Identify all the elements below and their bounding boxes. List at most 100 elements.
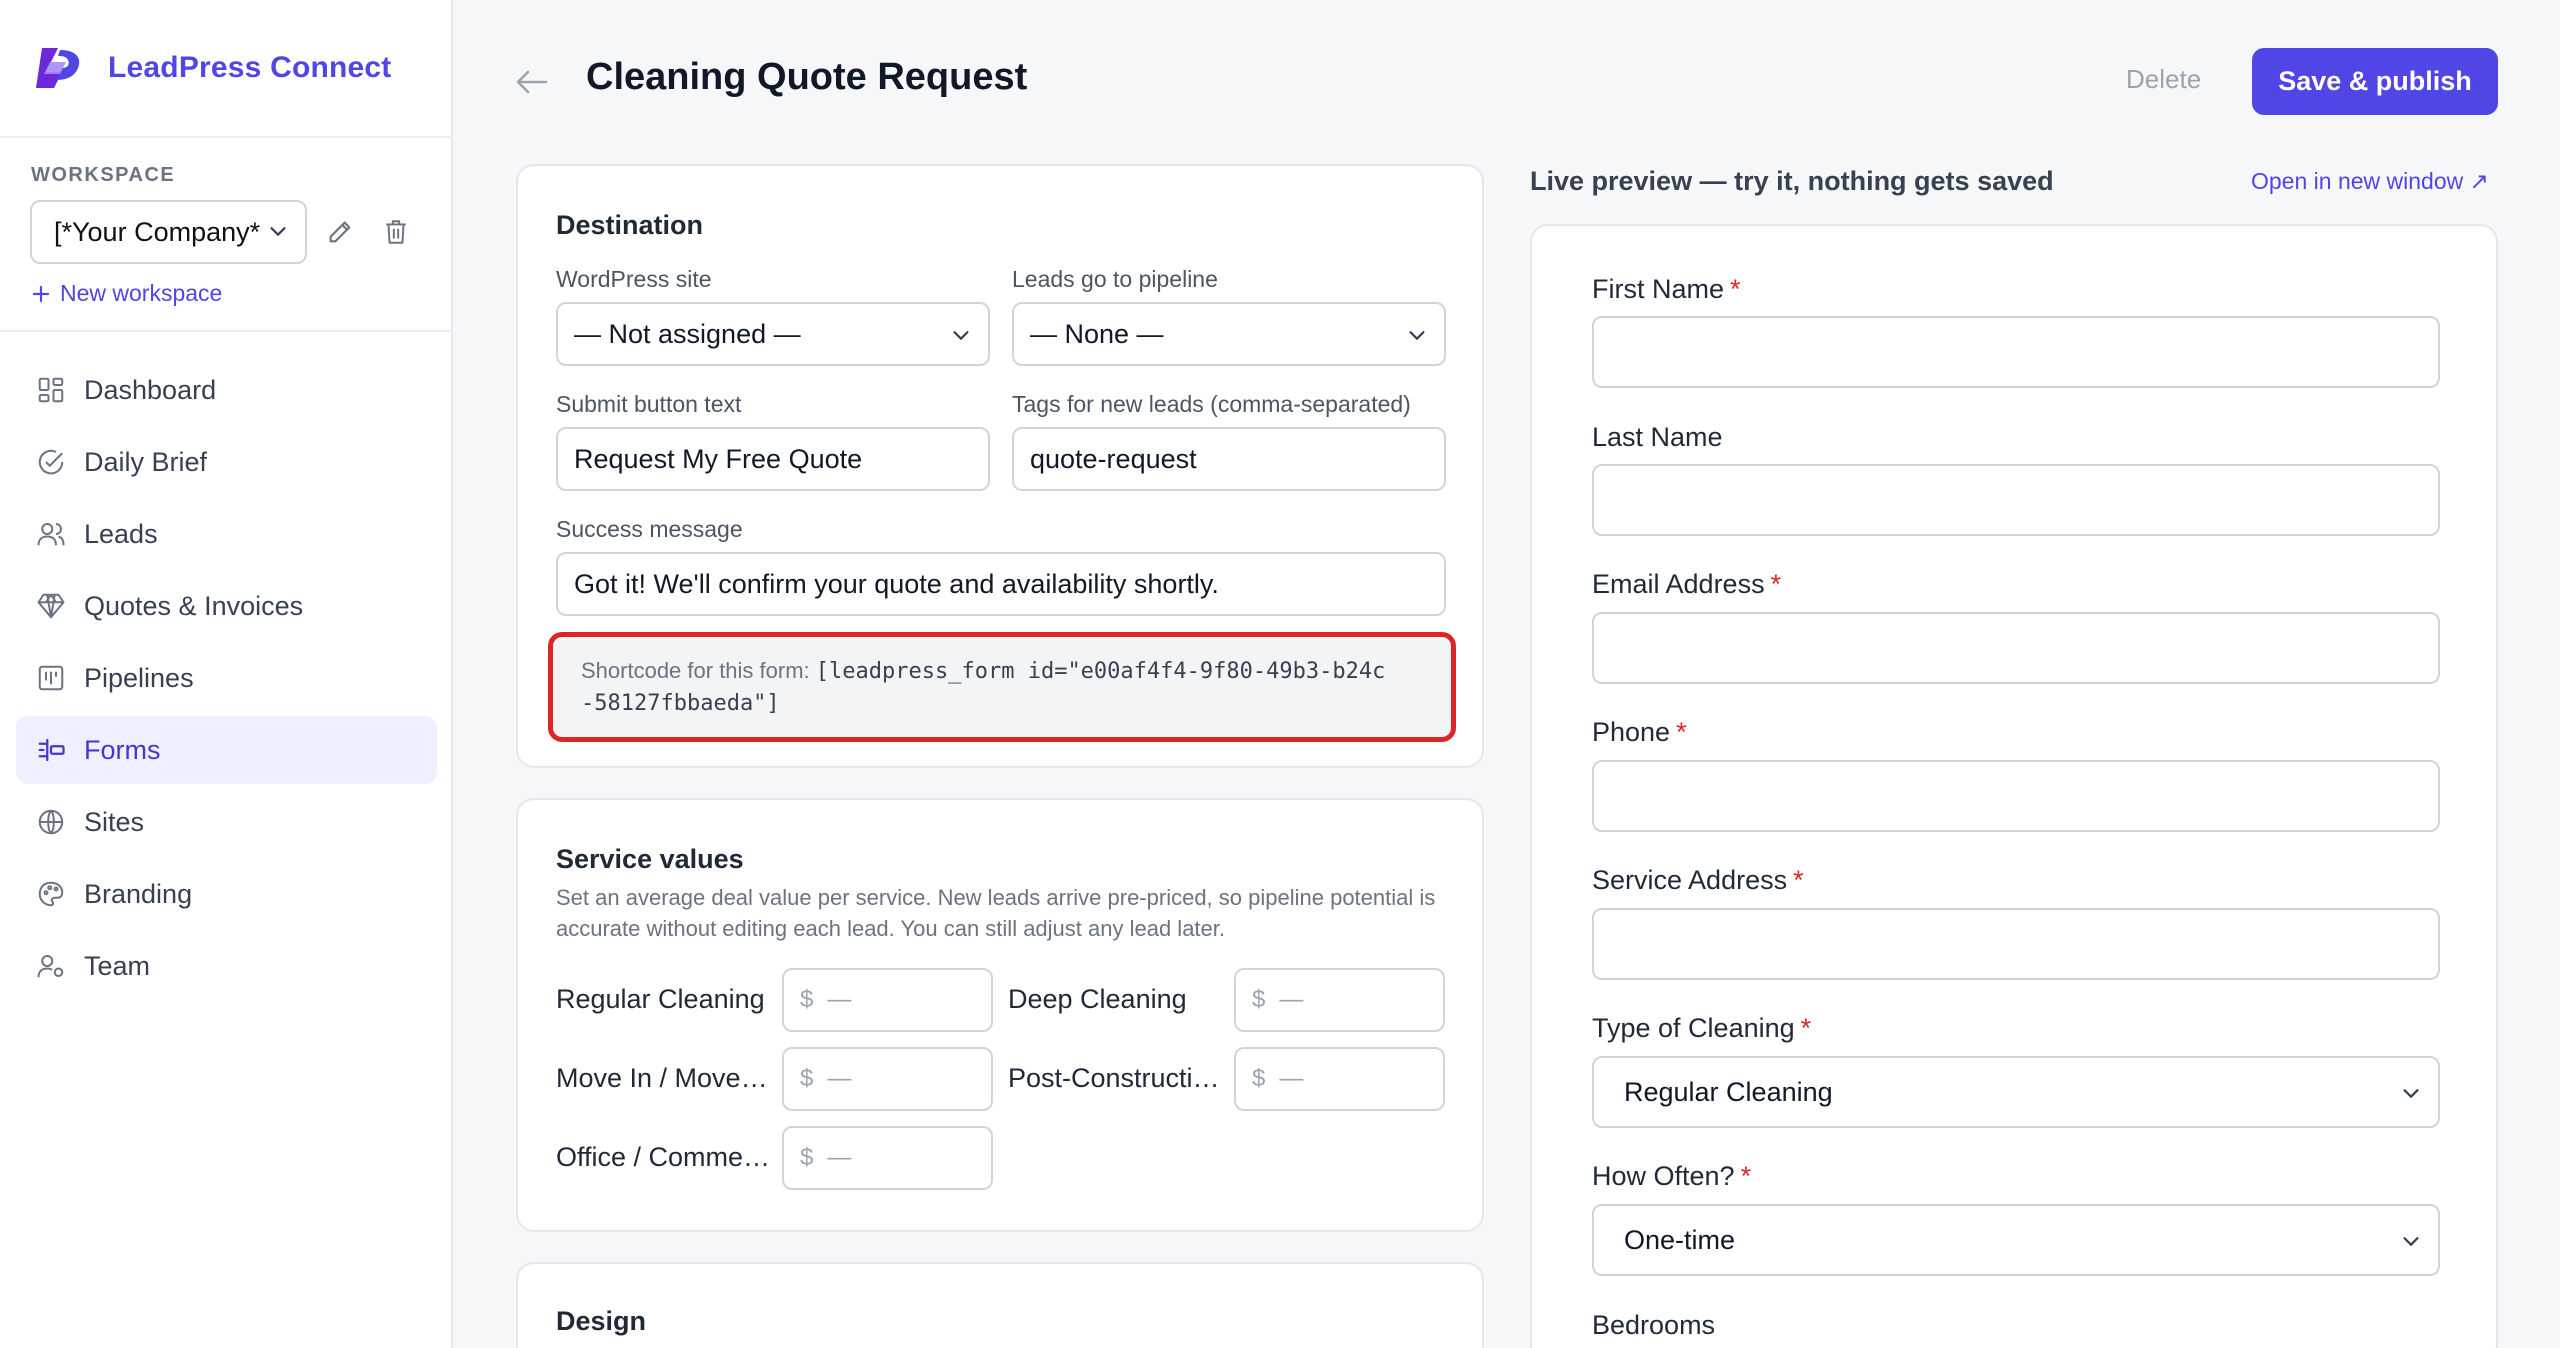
success-message-input[interactable]: Got it! We'll confirm your quote and ava… [556,552,1446,616]
currency-symbol: $ [1252,1065,1266,1092]
sidebar-item-label: Branding [84,878,193,909]
sidebar-item-sites[interactable]: Sites [16,788,437,856]
currency-symbol: $ [800,1144,814,1171]
workspace-label: WORKSPACE [31,164,176,186]
back-arrow-icon[interactable] [512,64,552,100]
design-card: Design [516,1262,1484,1348]
shortcode-box[interactable]: Shortcode for this form: [leadpress_form… [548,632,1456,742]
pipeline-select[interactable]: — None — [1012,302,1446,366]
plus-icon [32,285,50,302]
sidebar-item-label: Forms [84,734,161,765]
currency-symbol: $ [800,1065,814,1092]
sidebar-divider [0,136,453,138]
required-mark: * [1740,1161,1752,1191]
wordpress-site-select[interactable]: — Not assigned — [556,302,990,366]
how-often-value: One-time [1624,1224,1736,1255]
first-name-input[interactable] [1592,316,2440,388]
destination-card: Destination WordPress site — Not assigne… [516,164,1484,768]
service-values-title: Service values [556,844,744,874]
submit-text-input[interactable]: Request My Free Quote [556,427,990,491]
service-value-placeholder: — [827,986,852,1013]
chevron-down-icon [953,331,969,341]
service-values-card: Service values Set an average deal value… [516,798,1484,1232]
success-message-value: Got it! We'll confirm your quote and ava… [574,568,1219,599]
first-name-label: First Name * [1592,274,1741,304]
sidebar-item-leads[interactable]: Leads [16,500,437,568]
cleaning-type-value: Regular Cleaning [1624,1076,1833,1107]
service-name: Office / Comme… [556,1142,771,1172]
wordpress-site-label: WordPress site [556,266,712,292]
diamond-icon [37,593,65,619]
globe-icon [38,809,64,835]
preview-title: Live preview — try it, nothing gets save… [1530,166,2054,196]
pencil-icon[interactable] [326,218,354,246]
sidebar-item-dashboard[interactable]: Dashboard [16,356,437,424]
chevron-down-icon [270,227,286,237]
design-title: Design [556,1306,647,1336]
bedrooms-label: Bedrooms [1592,1310,1716,1340]
delete-button[interactable]: Delete [2126,64,2201,95]
success-message-label: Success message [556,516,743,542]
required-mark: * [1770,569,1782,599]
required-mark: * [1793,865,1804,895]
submit-text-label: Submit button text [556,391,742,417]
sidebar: LeadPress Connect WORKSPACE [*Your Compa… [0,0,453,1348]
save-publish-button[interactable]: Save & publish [2252,48,2498,115]
service-name: Deep Cleaning [1008,984,1187,1014]
form-icon [38,738,65,762]
service-value-input[interactable]: $ — [782,1126,993,1190]
last-name-label: Last Name [1592,422,1723,452]
service-value-input[interactable]: $ — [782,968,993,1032]
sidebar-item-label: Daily Brief [84,446,208,477]
email-input[interactable] [1592,612,2440,684]
service-value-placeholder: — [827,1065,852,1092]
service-name: Move In / Move … [556,1063,771,1093]
pipeline-label: Leads go to pipeline [1012,266,1218,292]
check-circle-icon [38,449,64,475]
destination-title: Destination [556,210,704,240]
sidebar-item-branding[interactable]: Branding [16,860,437,928]
team-icon [37,955,64,978]
sidebar-item-daily-brief[interactable]: Daily Brief [16,428,437,496]
sidebar-item-forms[interactable]: Forms [16,716,437,784]
leadpress-logo-icon [36,48,80,88]
workspace-select[interactable]: [*Your Company* [30,200,307,264]
chevron-down-icon [1409,331,1425,341]
new-workspace-label: New workspace [60,280,223,306]
chevron-down-icon [2403,1089,2419,1099]
currency-symbol: $ [800,986,814,1013]
users-icon [37,523,65,546]
pipeline-icon [38,665,64,691]
service-value-input[interactable]: $ — [782,1047,993,1111]
dashboard-icon [38,377,64,403]
sidebar-item-quotes-invoices[interactable]: Quotes & Invoices [16,572,437,640]
last-name-input[interactable] [1592,464,2440,536]
required-mark: * [1676,717,1687,747]
palette-icon [38,881,64,907]
how-often-label: How Often? * [1592,1161,1752,1191]
service-name: Post-Constructi… [1008,1063,1220,1093]
phone-input[interactable] [1592,760,2440,832]
currency-symbol: $ [1252,986,1266,1013]
email-label: Email Address * [1592,569,1782,599]
trash-icon[interactable] [383,218,409,246]
new-workspace-link[interactable]: New workspace [32,280,222,307]
tags-value: quote-request [1030,443,1197,474]
wordpress-site-value: — Not assigned — [574,318,801,349]
service-value-input[interactable]: $ — [1234,1047,1445,1111]
open-new-window-link[interactable]: Open in new window ↗ [2251,168,2489,195]
service-value-input[interactable]: $ — [1234,968,1445,1032]
page-title: Cleaning Quote Request [586,56,1028,98]
sidebar-item-pipelines[interactable]: Pipelines [16,644,437,712]
brand[interactable]: LeadPress Connect [32,40,392,96]
service-address-input[interactable] [1592,908,2440,980]
how-often-select[interactable]: One-time [1592,1204,2440,1276]
service-values-description: Set an average deal value per service. N… [556,885,1436,941]
cleaning-type-select[interactable]: Regular Cleaning [1592,1056,2440,1128]
sidebar-nav: Dashboard Daily Brief Leads Quotes & Inv… [16,356,437,1004]
submit-text-value: Request My Free Quote [574,443,863,474]
preview-form-card: First Name * Last Name Email Address * Pho… [1530,224,2498,1348]
sidebar-item-team[interactable]: Team [16,932,437,1000]
shortcode-line-1: [leadpress_form id="e00af4f4-9f80-49b3-b… [815,659,1386,684]
tags-input[interactable]: quote-request [1012,427,1446,491]
